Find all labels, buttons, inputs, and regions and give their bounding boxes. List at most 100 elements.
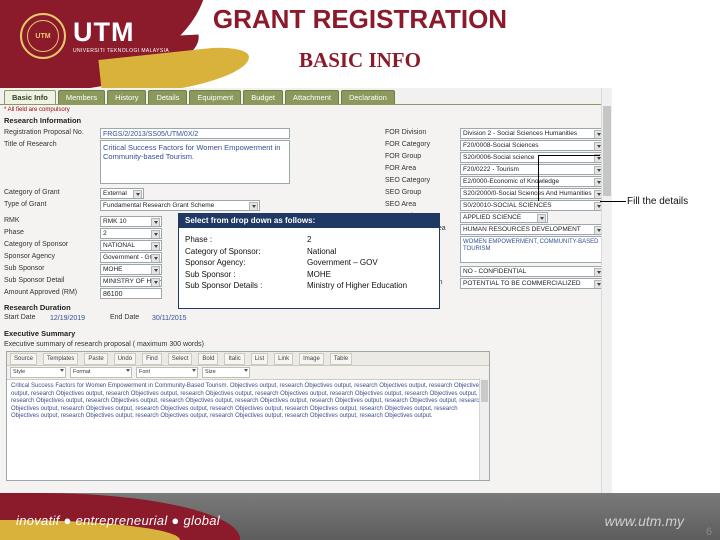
editor-format-select[interactable]: Format: [70, 367, 132, 378]
tab-declaration[interactable]: Declaration: [340, 90, 395, 105]
callout-body: Phase : 2 Category of Sponsor: National …: [179, 228, 439, 292]
select-seo-category[interactable]: E2/0000-Economic of Knowledge: [460, 176, 605, 187]
callout-key-category-of-sponsor: Category of Sponsor:: [185, 246, 261, 256]
select-seo-area[interactable]: S0/20010-SOCIAL SCIENCES: [460, 200, 605, 211]
select-rmk[interactable]: RMK 10: [100, 216, 162, 227]
editor-format-bar[interactable]: Style Format Font Size: [7, 366, 489, 380]
chevron-down-icon: [135, 193, 140, 196]
tab-attachment[interactable]: Attachment: [285, 90, 339, 105]
select-sponsor-agency-value: Government - GOV: [103, 254, 159, 261]
fill-details-annotation: Fill the details: [538, 155, 718, 218]
mandatory-note: * All field are compulsory: [4, 107, 70, 113]
select-category-of-sponsor-value: NATIONAL: [103, 242, 136, 249]
section-research-information: Research Information: [4, 116, 82, 125]
select-research-sub-area[interactable]: HUMAN RESOURCES DEVELOPMENT: [460, 224, 605, 235]
editor-link-button[interactable]: Link: [274, 352, 294, 365]
label-sub-sponsor-detail: Sub Sponsor Detail: [4, 277, 65, 284]
chevron-down-icon: [596, 133, 601, 136]
input-end-date[interactable]: 30/11/2015: [150, 313, 202, 324]
section-executive-summary: Executive Summary: [4, 329, 76, 338]
page-subtitle: BASIC INFO: [299, 48, 421, 72]
select-category-of-sponsor[interactable]: NATIONAL: [100, 240, 162, 251]
slide-header: UTM UTM UNIVERSITI TEKNOLOGI MALAYSIA GR…: [0, 0, 720, 88]
tab-budget[interactable]: Budget: [243, 90, 284, 105]
select-commercialization[interactable]: POTENTIAL TO BE COMMERCIALIZED: [460, 278, 605, 289]
label-category-of-grant: Category of Grant: [4, 189, 60, 196]
editor-table-button[interactable]: Table: [329, 352, 353, 365]
editor-scrollbar-thumb[interactable]: [481, 380, 488, 402]
callout-key-sub-sponsor-details: Sub Sponsor Details :: [185, 281, 263, 290]
editor-list-button[interactable]: List: [250, 352, 269, 365]
editor-templates-button[interactable]: Templates: [43, 352, 79, 365]
tab-basic-info[interactable]: Basic Info: [4, 90, 56, 105]
editor-paste-button[interactable]: Paste: [84, 352, 108, 365]
editor-style-select[interactable]: Style: [10, 367, 66, 378]
tab-members[interactable]: Members: [57, 90, 106, 105]
footer-tagline: inovatif ● entrepreneurial ● global: [16, 513, 220, 528]
page-scrollbar[interactable]: [601, 88, 612, 493]
label-end-date: End Date: [110, 314, 140, 321]
select-for-area[interactable]: F20/0222 - Tourism: [460, 164, 605, 175]
label-seo-category: SEO Category: [385, 177, 431, 184]
editor-image-button[interactable]: Image: [299, 352, 324, 365]
section-research-duration: Research Duration: [4, 303, 71, 312]
footer-url: www.utm.my: [604, 513, 684, 529]
editor-italic-button[interactable]: Italic: [224, 352, 245, 365]
callout-value-sub-sponsor-details: Ministry of Higher Education: [307, 281, 408, 290]
select-phase[interactable]: 2: [100, 228, 162, 239]
label-title-of-research: Title of Research: [4, 141, 57, 148]
input-amount-approved[interactable]: 86100: [100, 288, 162, 299]
editor-undo-button[interactable]: Undo: [113, 352, 137, 365]
select-category-of-grant-value: External: [103, 190, 127, 197]
select-sub-sponsor[interactable]: MOHE: [100, 264, 162, 275]
editor-size-select[interactable]: Size: [202, 367, 250, 378]
tab-equipment[interactable]: Equipment: [189, 90, 242, 105]
select-for-group[interactable]: S20/0006-Social science: [460, 152, 605, 163]
select-research-area-value: APPLIED SCIENCE: [463, 214, 522, 221]
input-start-date[interactable]: 12/19/2019: [48, 313, 100, 324]
callout-row: Sub Sponsor Details : Ministry of Higher…: [185, 280, 433, 292]
rich-text-editor[interactable]: Source Templates Paste Undo Find Select …: [6, 351, 490, 481]
chevron-down-icon: [153, 221, 158, 224]
page-scrollbar-thumb[interactable]: [603, 106, 611, 196]
label-type-of-grant: Type of Grant: [4, 201, 47, 208]
tab-details[interactable]: Details: [148, 90, 188, 105]
label-registration-proposal-no: Registration Proposal No.: [4, 129, 84, 136]
textarea-keyword[interactable]: WOMEN EMPOWERMENT, COMMUNITY-BASED TOURI…: [460, 236, 605, 263]
editor-content[interactable]: Critical Success Factors for Women Empow…: [7, 380, 489, 486]
tab-bar: Basic Info Members History Details Equip…: [4, 90, 395, 105]
label-seo-group: SEO Group: [385, 189, 422, 196]
select-sub-sponsor-detail[interactable]: MINISTRY OF HIGH: [100, 276, 162, 287]
editor-select-button[interactable]: Select: [167, 352, 193, 365]
select-type-of-grant-value: Fundamental Research Grant Scheme: [103, 202, 215, 209]
select-seo-group-value: S20/2000/0-Social Sciences And Humanitie…: [463, 190, 592, 197]
select-type-of-grant[interactable]: Fundamental Research Grant Scheme: [100, 200, 260, 211]
editor-toolbar[interactable]: Source Templates Paste Undo Find Select …: [7, 352, 489, 366]
callout-key-sponsor-agency: Sponsor Agency:: [185, 258, 246, 267]
editor-scrollbar[interactable]: [479, 378, 489, 480]
input-registration-proposal-no[interactable]: FRGS/2/2013/SS05/UTM/0X/2: [100, 128, 290, 139]
select-seo-area-value: S0/20010-SOCIAL SCIENCES: [463, 202, 552, 209]
editor-find-button[interactable]: Find: [142, 352, 162, 365]
select-category-of-grant[interactable]: External: [100, 188, 144, 199]
editor-source-button[interactable]: Source: [10, 352, 38, 365]
select-research-status[interactable]: NO - CONFIDENTIAL: [460, 266, 605, 277]
chevron-down-icon: [596, 283, 601, 286]
editor-bold-button[interactable]: Bold: [198, 352, 219, 365]
slide-footer: inovatif ● entrepreneurial ● global www.…: [0, 493, 720, 540]
annotation-leader-line: [600, 201, 626, 202]
chevron-down-icon: [153, 281, 158, 284]
select-sponsor-agency[interactable]: Government - GOV: [100, 252, 162, 263]
select-research-area[interactable]: APPLIED SCIENCE: [460, 212, 548, 223]
select-for-category[interactable]: F20/0008-Social Sciences: [460, 140, 605, 151]
select-seo-group[interactable]: S20/2000/0-Social Sciences And Humanitie…: [460, 188, 605, 199]
select-for-area-value: F20/0222 - Tourism: [463, 166, 519, 173]
select-for-division-value: Division 2 - Social Sciences Humanities: [463, 130, 578, 137]
label-for-category: FOR Category: [385, 141, 431, 148]
tab-history[interactable]: History: [107, 90, 147, 105]
select-for-group-value: S20/0006-Social science: [463, 154, 535, 161]
select-for-division[interactable]: Division 2 - Social Sciences Humanities: [460, 128, 605, 139]
textarea-title-of-research[interactable]: Critical Success Factors for Women Empow…: [100, 140, 290, 184]
label-seo-area: SEO Area: [385, 201, 417, 208]
editor-font-select[interactable]: Font: [136, 367, 198, 378]
